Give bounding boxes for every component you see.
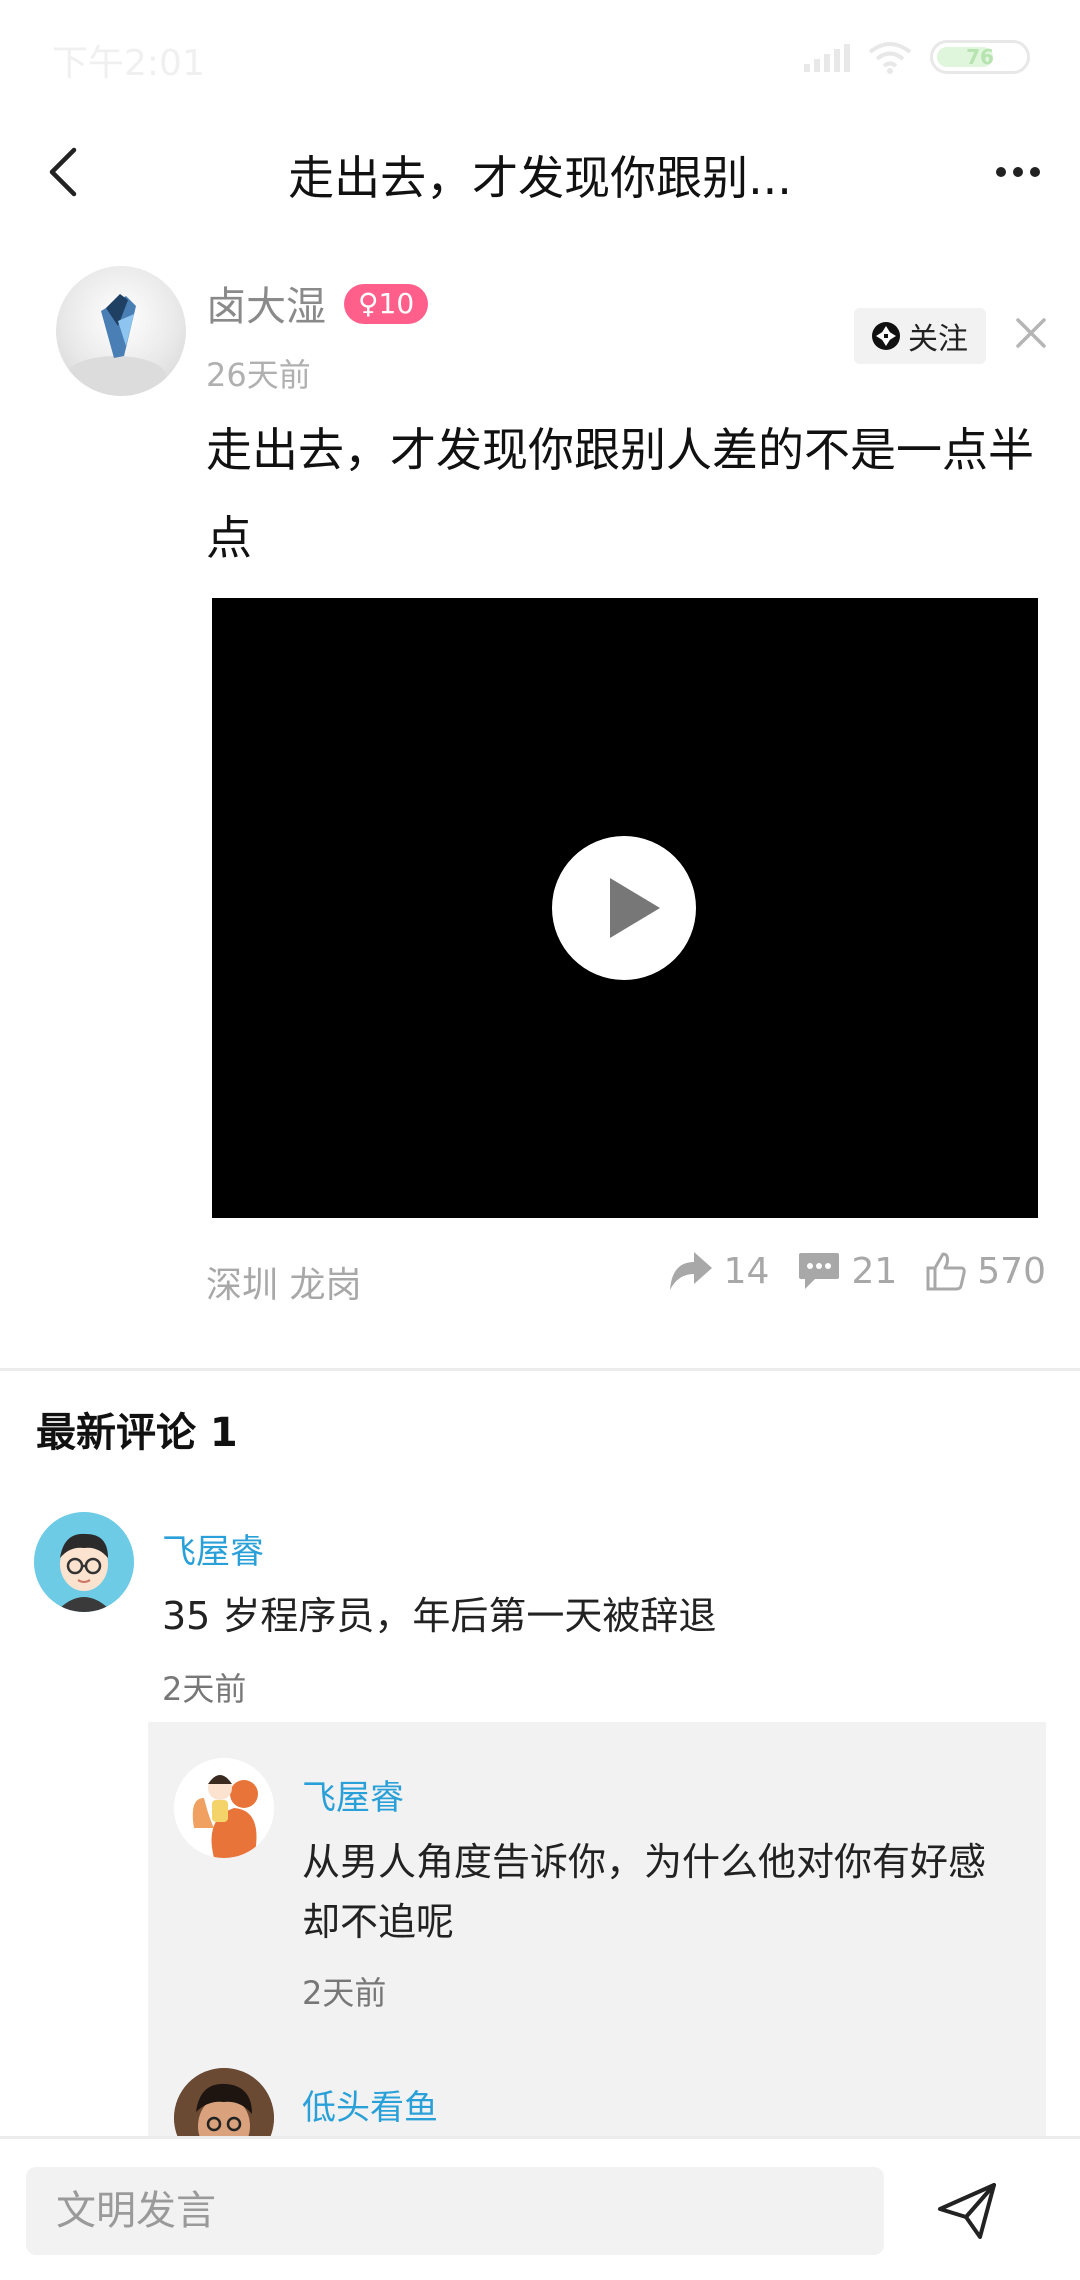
battery-icon: 76 xyxy=(930,40,1030,74)
follow-label: 关注 xyxy=(908,322,968,357)
comment-count: 21 xyxy=(851,1250,898,1292)
post-time: 26天前 xyxy=(206,356,311,394)
reply-text: 从男人角度告诉你，为什么他对你有好感却不追呢 xyxy=(302,1840,987,1944)
status-bar: 下午2:01 76 xyxy=(0,0,1080,120)
share-arrow-icon xyxy=(669,1252,712,1290)
wifi-icon xyxy=(868,42,912,74)
avatar-image xyxy=(66,294,166,396)
status-icons: 76 xyxy=(804,40,1030,74)
commenter-name[interactable]: 飞屋睿 xyxy=(162,1524,264,1573)
aperture-icon xyxy=(872,322,900,350)
author-avatar[interactable] xyxy=(56,266,186,396)
post-text: 走出去，才发现你跟别人差的不是一点半点 xyxy=(206,423,1034,565)
reply-list: 飞屋睿 从男人角度告诉你，为什么他对你有好感却不追呢 2天前 低头看鱼 xyxy=(148,1722,1046,2168)
comment-button[interactable]: 21 xyxy=(797,1251,897,1292)
battery-level: 76 xyxy=(966,45,994,69)
share-button[interactable]: 14 xyxy=(668,1250,770,1292)
comments-heading: 最新评论 1 xyxy=(36,1410,238,1456)
reply-avatar[interactable] xyxy=(174,1758,274,1858)
video-player[interactable] xyxy=(212,598,1038,1218)
author-name[interactable]: 卤大湿 xyxy=(206,274,326,332)
share-count: 14 xyxy=(723,1250,770,1292)
send-plane-icon[interactable] xyxy=(936,2179,1000,2243)
page-title: 走出去，才发现你跟别... xyxy=(288,151,792,205)
nav-bar: 走出去，才发现你跟别... xyxy=(0,120,1080,220)
reply-time: 2天前 xyxy=(302,1974,387,2012)
chevron-left-icon[interactable] xyxy=(36,142,96,202)
post-stats: 14 21 570 xyxy=(640,1250,1046,1292)
comment-input[interactable] xyxy=(26,2167,884,2255)
follow-button[interactable]: 关注 xyxy=(854,308,986,364)
status-time: 下午2:01 xyxy=(52,43,205,84)
more-dots-icon[interactable] xyxy=(988,142,1048,202)
comment-text: 35 岁程序员，年后第一天被辞退 xyxy=(162,1594,717,1638)
play-icon[interactable] xyxy=(552,836,696,980)
like-button[interactable]: 570 xyxy=(925,1250,1046,1292)
commenter-avatar[interactable] xyxy=(34,1512,134,1612)
comment-input-bar xyxy=(0,2136,1080,2280)
section-divider xyxy=(0,1368,1080,1371)
like-count: 570 xyxy=(977,1250,1046,1292)
reply-name[interactable]: 飞屋睿 xyxy=(302,1770,404,1819)
reply-name[interactable]: 低头看鱼 xyxy=(302,2080,438,2129)
comment-bubble-icon xyxy=(799,1253,840,1289)
comment-time: 2天前 xyxy=(162,1670,247,1708)
close-icon[interactable] xyxy=(1010,312,1052,354)
signal-icon xyxy=(804,42,850,72)
thumbs-up-icon xyxy=(926,1252,966,1291)
level-badge: ♀10 xyxy=(344,284,429,324)
post-location: 深圳 龙岗 xyxy=(206,1265,362,1306)
